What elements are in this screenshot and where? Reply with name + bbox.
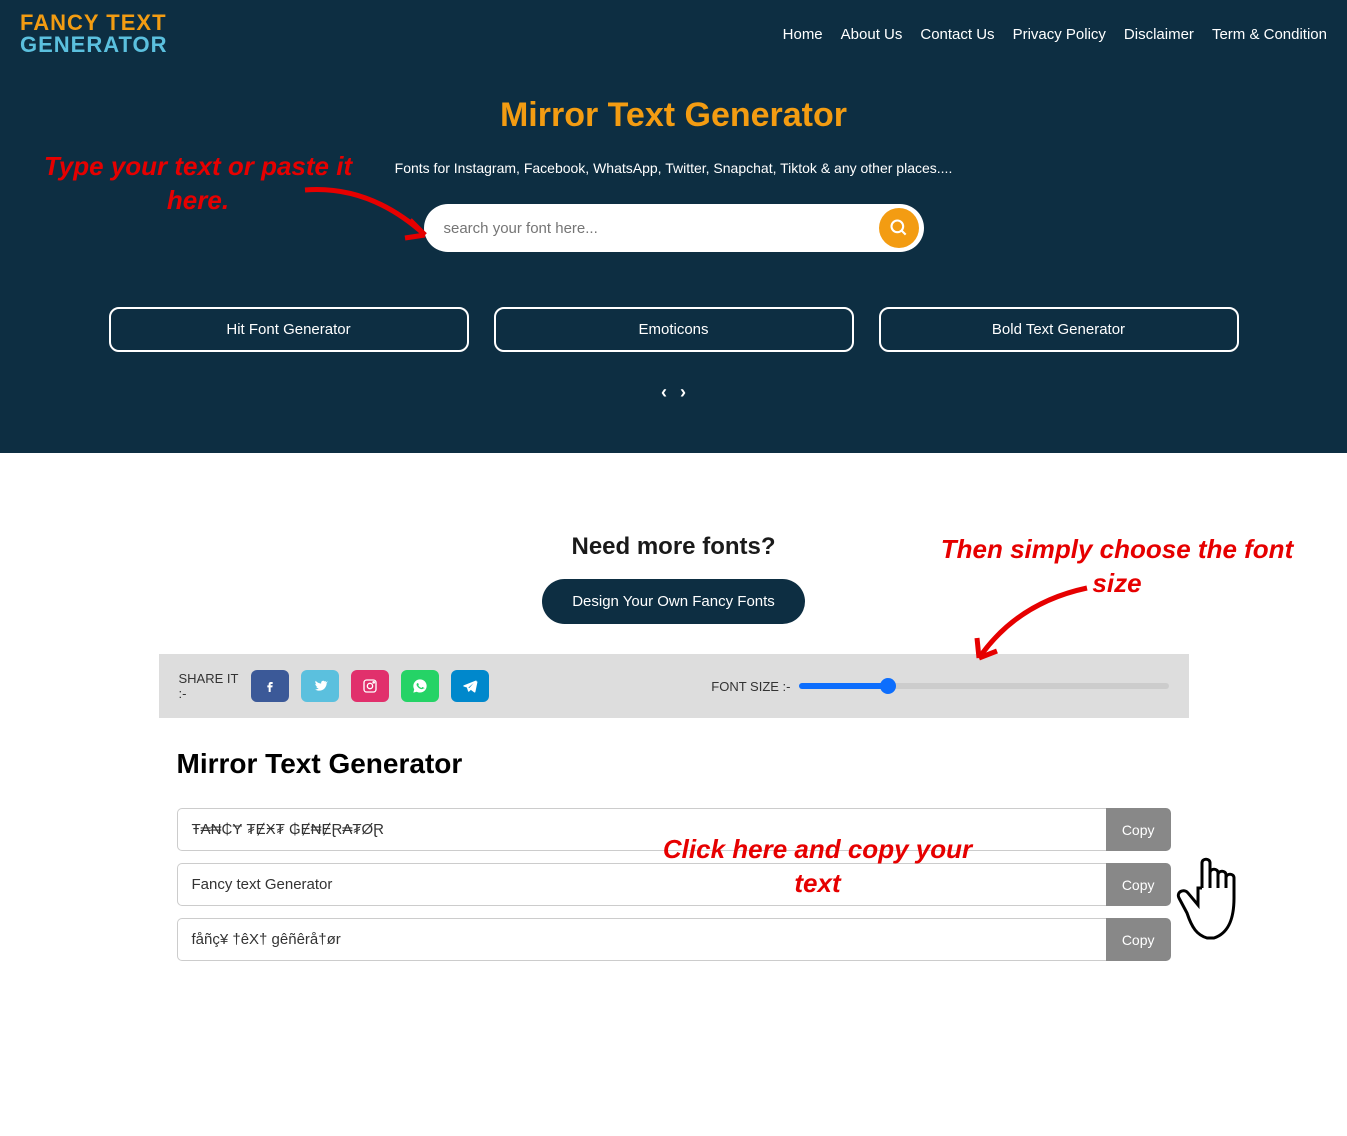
font-size-label: FONT SIZE :- — [711, 679, 790, 694]
arrow-icon — [300, 180, 440, 250]
nav-contact[interactable]: Contact Us — [920, 26, 994, 43]
nav-disclaimer[interactable]: Disclaimer — [1124, 26, 1194, 43]
search-button[interactable] — [879, 208, 919, 248]
slider-thumb[interactable] — [880, 678, 896, 694]
search-input[interactable] — [424, 204, 924, 252]
annotation-click-copy: Click here and copy your text — [638, 833, 998, 901]
logo-line1: FANCY TEXT — [20, 12, 168, 34]
pill-hit-font[interactable]: Hit Font Generator — [109, 307, 469, 352]
result-text[interactable]: fåñç¥ †êX† gêñêrå†ør — [177, 918, 1106, 961]
facebook-icon[interactable] — [251, 670, 289, 702]
font-size-slider[interactable] — [799, 683, 1169, 689]
carousel-next[interactable]: › — [680, 382, 686, 402]
whatsapp-icon[interactable] — [401, 670, 439, 702]
instagram-icon[interactable] — [351, 670, 389, 702]
generator-title: Mirror Text Generator — [177, 748, 1171, 780]
logo-line2: GENERATOR — [20, 34, 168, 56]
copy-button[interactable]: Copy — [1106, 863, 1171, 906]
share-label: SHARE IT :- — [179, 671, 239, 701]
nav-privacy[interactable]: Privacy Policy — [1013, 26, 1106, 43]
arrow-icon — [967, 583, 1097, 673]
design-own-button[interactable]: Design Your Own Fancy Fonts — [542, 579, 805, 624]
nav-terms[interactable]: Term & Condition — [1212, 26, 1327, 43]
site-logo[interactable]: FANCY TEXT GENERATOR — [20, 12, 168, 56]
carousel-prev[interactable]: ‹ — [661, 382, 667, 402]
search-icon — [889, 218, 909, 238]
nav-about[interactable]: About Us — [841, 26, 903, 43]
pill-emoticons[interactable]: Emoticons — [494, 307, 854, 352]
page-title: Mirror Text Generator — [20, 96, 1327, 135]
copy-button[interactable]: Copy — [1106, 918, 1171, 961]
copy-button[interactable]: Copy — [1106, 808, 1171, 851]
nav-home[interactable]: Home — [783, 26, 823, 43]
result-row: fåñç¥ †êX† gêñêrå†ør Copy — [177, 918, 1171, 961]
carousel-nav: ‹ › — [20, 382, 1327, 403]
telegram-icon[interactable] — [451, 670, 489, 702]
pill-bold-text[interactable]: Bold Text Generator — [879, 307, 1239, 352]
top-nav: Home About Us Contact Us Privacy Policy … — [783, 26, 1327, 43]
twitter-icon[interactable] — [301, 670, 339, 702]
